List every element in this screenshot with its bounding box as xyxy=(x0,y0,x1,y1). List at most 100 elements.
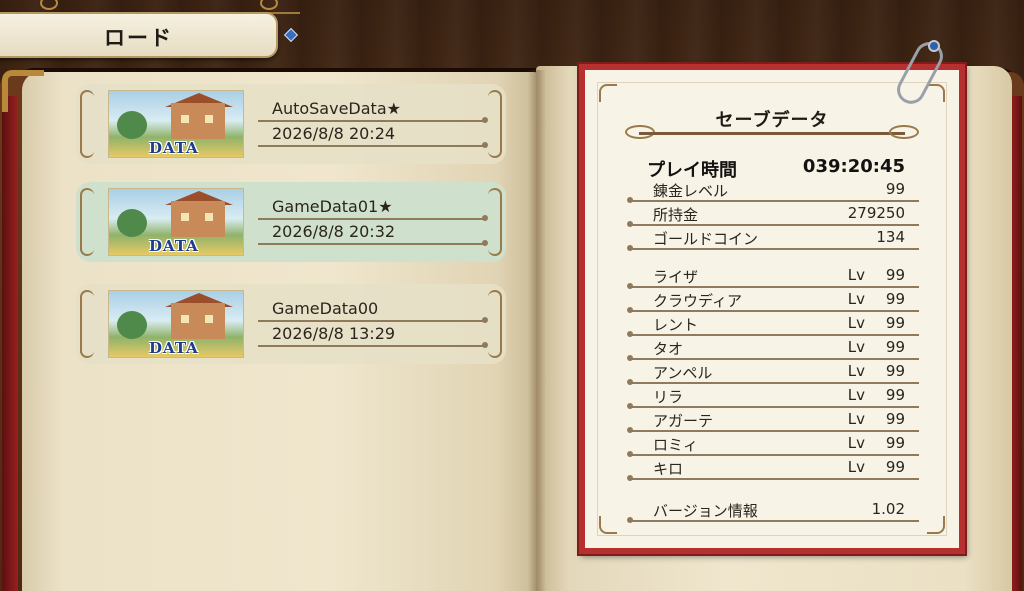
slot-name: GameData00 xyxy=(272,299,379,318)
stat-value: 99 xyxy=(885,180,905,198)
thumbnail-tree xyxy=(117,111,147,139)
party-row: ライザ Lv 99 xyxy=(627,264,919,289)
version-label: バージョン情報 xyxy=(653,502,758,520)
book-cover-edge-left xyxy=(2,96,18,591)
party-member-name: ロミィ xyxy=(653,436,699,454)
version-value: 1.02 xyxy=(871,500,905,518)
thumbnail-window xyxy=(181,115,189,123)
card-corner-ornament xyxy=(927,84,945,102)
level-prefix: Lv xyxy=(847,266,865,284)
thumbnail-house xyxy=(171,201,225,237)
thumbnail-window xyxy=(181,315,189,323)
slot-ornament-left xyxy=(80,90,94,158)
slot-divider xyxy=(258,240,488,246)
slot-divider xyxy=(258,317,488,323)
version-row: バージョン情報 1.02 xyxy=(627,498,919,523)
thumbnail-window xyxy=(205,213,213,221)
title-ornament-right xyxy=(889,125,919,139)
save-slot-3[interactable]: DATA GameData00 2026/8/8 13:29 xyxy=(76,284,506,364)
slot-divider xyxy=(258,342,488,348)
level-prefix: Lv xyxy=(847,458,865,476)
scroll-ornament-icon xyxy=(260,0,278,10)
party-member-level: 99 xyxy=(885,410,905,428)
thumbnail-data-label: DATA xyxy=(149,237,199,255)
stat-value: 279250 xyxy=(847,204,905,222)
row-divider xyxy=(627,245,919,251)
thumbnail-window xyxy=(205,315,213,323)
thumbnail-window xyxy=(181,213,189,221)
slot-name: AutoSaveData★ xyxy=(272,99,401,118)
level-prefix: Lv xyxy=(847,386,865,404)
party-member-level: 99 xyxy=(885,458,905,476)
thumbnail-house xyxy=(171,103,225,139)
save-info-card: セーブデータ プレイ時間 039:20:45 錬金レベル 99 所持金 2792… xyxy=(579,64,965,554)
row-divider xyxy=(627,475,919,481)
thumbnail-tree xyxy=(117,209,147,237)
card-corner-ornament xyxy=(599,84,617,102)
scroll-ornament-icon xyxy=(40,0,58,10)
party-row: キロ Lv 99 xyxy=(627,456,919,481)
slot-ornament-right xyxy=(488,188,502,256)
thumbnail-data-label: DATA xyxy=(149,339,199,357)
party-member-name: キロ xyxy=(653,460,684,478)
level-prefix: Lv xyxy=(847,410,865,428)
play-time-value: 039:20:45 xyxy=(802,156,905,177)
slot-ornament-left xyxy=(80,188,94,256)
slot-date: 2026/8/8 20:32 xyxy=(272,222,396,241)
party-member-name: タオ xyxy=(653,340,684,358)
party-member-level: 99 xyxy=(885,314,905,332)
party-row: レント Lv 99 xyxy=(627,312,919,337)
level-prefix: Lv xyxy=(847,338,865,356)
slot-ornament-left xyxy=(80,290,94,358)
slot-date: 2026/8/8 20:24 xyxy=(272,124,396,143)
level-prefix: Lv xyxy=(847,290,865,308)
stat-label: 錬金レベル xyxy=(653,182,729,200)
save-slot-1[interactable]: DATA AutoSaveData★ 2026/8/8 20:24 xyxy=(76,84,506,164)
party-member-name: アガーテ xyxy=(653,412,714,430)
gem-icon xyxy=(928,40,940,52)
level-prefix: Lv xyxy=(847,314,865,332)
stat-value: 134 xyxy=(876,228,905,246)
slot-ornament-right xyxy=(488,90,502,158)
level-prefix: Lv xyxy=(847,362,865,380)
party-member-name: クラウディア xyxy=(653,292,742,310)
screen-title: ロード xyxy=(104,26,173,50)
party-member-name: ライザ xyxy=(653,268,699,286)
card-corner-ornament xyxy=(599,516,617,534)
slot-divider xyxy=(258,117,488,123)
party-row: アンペル Lv 99 xyxy=(627,360,919,385)
slot-ornament-right xyxy=(488,290,502,358)
slot-divider xyxy=(258,215,488,221)
stat-row: 錬金レベル 99 xyxy=(627,178,919,203)
slot-name: GameData01★ xyxy=(272,197,393,216)
slot-date: 2026/8/8 13:29 xyxy=(272,324,396,343)
party-member-name: リラ xyxy=(653,388,684,406)
save-thumbnail: DATA xyxy=(108,90,244,158)
save-thumbnail: DATA xyxy=(108,290,244,358)
book-corner-ornament xyxy=(2,70,44,112)
card-corner-ornament xyxy=(927,516,945,534)
stat-label: 所持金 xyxy=(653,206,699,224)
party-member-name: アンペル xyxy=(653,364,713,382)
party-row: ロミィ Lv 99 xyxy=(627,432,919,457)
row-divider xyxy=(627,517,919,523)
book-gutter xyxy=(528,70,546,591)
save-thumbnail: DATA xyxy=(108,188,244,256)
thumbnail-data-label: DATA xyxy=(149,139,199,157)
party-row: クラウディア Lv 99 xyxy=(627,288,919,313)
thumbnail-house xyxy=(171,303,225,339)
party-member-level: 99 xyxy=(885,362,905,380)
stat-row: ゴールドコイン 134 xyxy=(627,226,919,251)
level-prefix: Lv xyxy=(847,434,865,452)
slot-divider xyxy=(258,142,488,148)
stat-label: ゴールドコイン xyxy=(653,230,759,248)
party-member-level: 99 xyxy=(885,434,905,452)
party-row: リラ Lv 99 xyxy=(627,384,919,409)
party-member-level: 99 xyxy=(885,386,905,404)
thumbnail-tree xyxy=(117,311,147,339)
thumbnail-window xyxy=(205,115,213,123)
party-member-level: 99 xyxy=(885,266,905,284)
party-member-name: レント xyxy=(653,316,699,334)
stat-row: 所持金 279250 xyxy=(627,202,919,227)
save-slot-2[interactable]: DATA GameData01★ 2026/8/8 20:32 xyxy=(76,182,506,262)
